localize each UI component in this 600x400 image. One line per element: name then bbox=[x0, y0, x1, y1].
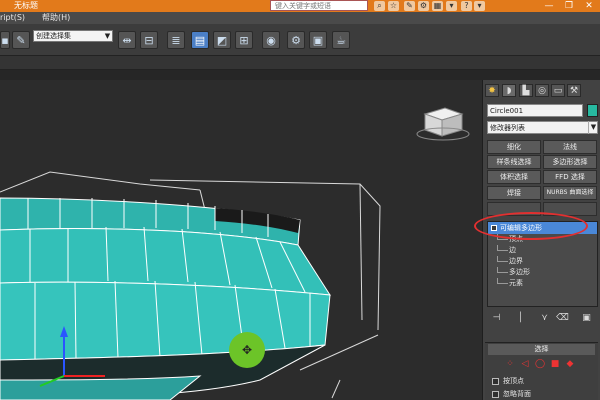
tools-icon[interactable]: ✎ bbox=[404, 1, 415, 11]
move-cursor-icon: ✥ bbox=[242, 343, 252, 357]
perspective-viewport[interactable]: ✥ bbox=[0, 80, 482, 400]
render-setup-icon[interactable]: ⚙ bbox=[287, 31, 305, 49]
by-vertex-label: 按顶点 bbox=[503, 377, 524, 385]
object-color-swatch[interactable] bbox=[587, 104, 598, 117]
object-name-field[interactable]: Circle001 bbox=[487, 104, 583, 117]
help-icon[interactable]: ? bbox=[461, 1, 472, 11]
curve-editor-icon[interactable]: ◩ bbox=[213, 31, 231, 49]
restore-button[interactable]: ❐ bbox=[560, 0, 578, 12]
minimize-button[interactable]: — bbox=[540, 0, 558, 12]
by-vertex-checkbox[interactable] bbox=[492, 378, 499, 385]
close-button[interactable]: ✕ bbox=[580, 0, 598, 12]
mirror-icon[interactable]: ⇹ bbox=[118, 31, 136, 49]
layer-manager-icon[interactable]: ≣ bbox=[167, 31, 185, 49]
hierarchy-tab-icon[interactable]: ▙ bbox=[519, 84, 533, 97]
dropdown-icon[interactable]: ▾ bbox=[446, 1, 457, 11]
utilities-tab-icon[interactable]: ⚒ bbox=[567, 84, 581, 97]
element-mode-icon[interactable]: ◆ bbox=[565, 359, 575, 369]
search-input[interactable]: 键入关键字或短语 bbox=[270, 0, 368, 11]
volume-select-button[interactable]: 体积选择 bbox=[487, 170, 541, 184]
snap-icon[interactable]: ▪ bbox=[0, 31, 10, 49]
border-mode-icon[interactable]: ◯ bbox=[535, 359, 545, 369]
pin-stack-icon[interactable]: ⊣ bbox=[490, 312, 503, 325]
signin-icon[interactable]: ⚙ bbox=[418, 1, 429, 11]
make-unique-icon[interactable]: ⋎ bbox=[538, 312, 551, 325]
tessellate-button[interactable]: 细化 bbox=[487, 140, 541, 154]
edit-named-selection-icon[interactable]: ✎ bbox=[12, 31, 30, 49]
tree-line bbox=[497, 267, 508, 273]
nurbs-surface-select-button[interactable]: NURBS 曲面选择 bbox=[543, 186, 597, 200]
menu-help[interactable]: 帮助(H) bbox=[42, 12, 70, 24]
modify-tab-icon[interactable]: ◗ bbox=[502, 84, 516, 97]
vertex-mode-icon[interactable]: ⁘ bbox=[505, 359, 515, 369]
highlight-ellipse bbox=[474, 212, 588, 240]
modifier-list-dropdown[interactable]: 修改器列表 bbox=[487, 121, 598, 134]
tree-line bbox=[497, 245, 508, 251]
secondary-toolbar bbox=[0, 56, 600, 70]
material-editor-icon[interactable]: ◉ bbox=[262, 31, 280, 49]
ignore-backfacing-label: 忽略背面 bbox=[503, 390, 531, 398]
ffd-select-button[interactable]: FFD 选择 bbox=[543, 170, 597, 184]
base-front bbox=[0, 375, 202, 400]
display-tab-icon[interactable]: ▭ bbox=[551, 84, 565, 97]
render-teapot-icon[interactable]: ☕ bbox=[332, 31, 350, 49]
binoculars-icon[interactable]: ⌕ bbox=[374, 1, 385, 11]
scene-explorer-icon[interactable]: ▤ bbox=[191, 31, 209, 49]
schematic-view-icon[interactable]: ⊞ bbox=[235, 31, 253, 49]
chevron-down-icon[interactable]: ▼ bbox=[103, 30, 112, 42]
menu-bar bbox=[0, 12, 600, 24]
tree-line bbox=[497, 256, 508, 262]
subobject-edge[interactable]: 边 bbox=[509, 245, 516, 256]
normal-button[interactable]: 法线 bbox=[543, 140, 597, 154]
poly-select-button[interactable]: 多边形选择 bbox=[543, 155, 597, 169]
polygon-mode-icon[interactable]: ■ bbox=[550, 359, 560, 369]
subobject-border[interactable]: 边界 bbox=[509, 256, 523, 267]
render-frame-icon[interactable]: ▣ bbox=[309, 31, 327, 49]
remove-modifier-icon[interactable]: ⌫ bbox=[556, 312, 569, 325]
align-icon[interactable]: ⊟ bbox=[140, 31, 158, 49]
viewport-label-strip bbox=[0, 70, 600, 80]
grid-icon[interactable]: ▦ bbox=[432, 1, 443, 11]
chevron-down-icon[interactable]: ▼ bbox=[588, 121, 598, 134]
subobject-element[interactable]: 元素 bbox=[509, 278, 523, 289]
create-tab-icon[interactable]: ✸ bbox=[485, 84, 499, 97]
tree-line bbox=[497, 278, 508, 284]
rollout-title[interactable]: 选择 bbox=[488, 344, 595, 355]
configure-sets-icon[interactable]: ▣ bbox=[580, 312, 593, 325]
help-dropdown-icon[interactable]: ▾ bbox=[474, 1, 485, 11]
window-title: 无标题 bbox=[14, 1, 38, 10]
motion-tab-icon[interactable]: ◎ bbox=[535, 84, 549, 97]
edge-mode-icon[interactable]: ◁ bbox=[520, 359, 530, 369]
ignore-backfacing-checkbox[interactable] bbox=[492, 391, 499, 398]
subobject-polygon[interactable]: 多边形 bbox=[509, 267, 530, 278]
weld-button[interactable]: 焊接 bbox=[487, 186, 541, 200]
menu-script[interactable]: ript(S) bbox=[0, 12, 25, 24]
viewport-scene: ✥ bbox=[0, 107, 470, 400]
selection-set-dropdown[interactable]: 创建选择集 bbox=[33, 30, 113, 42]
show-end-result-icon[interactable]: │ bbox=[514, 312, 527, 325]
star-icon[interactable]: ☆ bbox=[388, 1, 399, 11]
spline-select-button[interactable]: 样条线选择 bbox=[487, 155, 541, 169]
view-cube-icon bbox=[416, 107, 470, 141]
